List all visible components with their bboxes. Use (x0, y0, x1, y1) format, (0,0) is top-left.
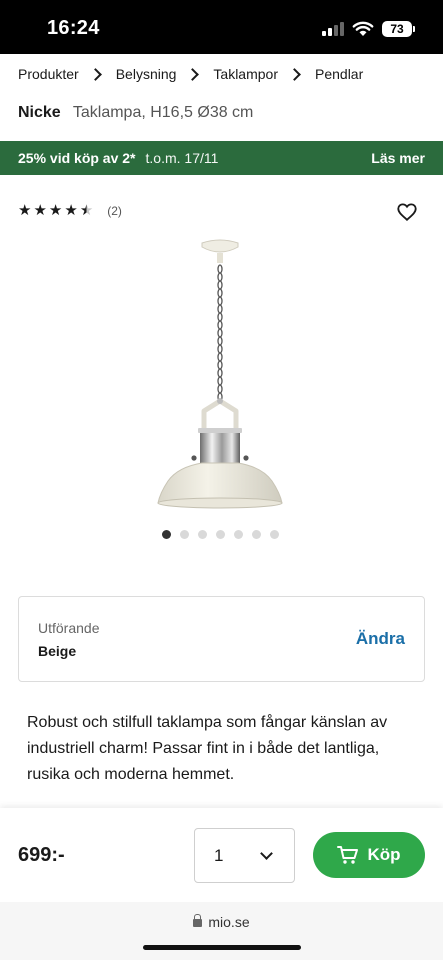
product-model: Taklampa, H16,5 Ø38 cm (72, 104, 254, 121)
breadcrumb-produkter[interactable]: Produkter (18, 66, 79, 82)
product-title: Nicke Taklampa, H16,5 Ø38 cm (18, 104, 253, 122)
product-image[interactable] (120, 235, 320, 520)
gallery-dot[interactable] (162, 530, 171, 539)
star-icon: ★ (18, 202, 32, 219)
breadcrumb-taklampor[interactable]: Taklampor (213, 66, 278, 82)
gallery-pagination (162, 530, 288, 539)
heart-icon[interactable] (396, 201, 418, 223)
star-icon: ★ (33, 202, 47, 219)
promo-date: t.o.m. 17/11 (145, 150, 219, 166)
chevron-right-icon (186, 67, 200, 81)
battery-icon: 73 (382, 21, 412, 37)
promo-banner[interactable]: 25% vid köp av 2* t.o.m. 17/11 Läs mer (0, 141, 443, 175)
variant-label: Utförande (38, 620, 100, 636)
gallery-dot[interactable] (198, 530, 207, 539)
buy-button[interactable]: Köp (313, 832, 425, 878)
lock-icon (193, 914, 203, 927)
change-variant-button[interactable]: Ändra (356, 629, 405, 649)
battery-nub (413, 26, 415, 32)
variant-selector[interactable]: Utförande Beige Ändra (18, 596, 425, 682)
quantity-value: 1 (214, 846, 224, 865)
chevron-right-icon (288, 67, 301, 81)
signal-icon (322, 22, 344, 36)
buy-button-label: Köp (367, 845, 401, 864)
url-display[interactable]: mio.se (0, 914, 443, 930)
chevron-down-icon (260, 847, 273, 860)
url-text: mio.se (208, 914, 250, 930)
buy-bar: 699:- 1 Köp (0, 808, 443, 902)
cart-icon (337, 846, 359, 864)
promo-read-more-link[interactable]: Läs mer (371, 150, 425, 166)
gallery-dot[interactable] (252, 530, 261, 539)
quantity-select[interactable]: 1 (194, 828, 295, 883)
promo-text: 25% vid köp av 2* (18, 150, 136, 166)
star-icon: ★ (48, 202, 63, 219)
status-time: 16:24 (47, 17, 100, 39)
rating-count: (2) (107, 204, 122, 218)
product-description: Robust och stilfull taklampa som fångar … (27, 714, 388, 783)
breadcrumb-belysning[interactable]: Belysning (116, 66, 177, 82)
gallery-dot[interactable] (234, 530, 243, 539)
rating[interactable]: ★ ★ ★ ★ ★ (2) (18, 203, 122, 219)
home-indicator[interactable] (143, 945, 301, 950)
gallery-dot[interactable] (270, 530, 279, 539)
half-star-icon: ★ (79, 202, 94, 219)
price: 699:- (18, 844, 65, 866)
wifi-icon (352, 21, 374, 36)
variant-value: Beige (38, 643, 77, 659)
chevron-right-icon (88, 67, 102, 81)
gallery-dot[interactable] (180, 530, 189, 539)
breadcrumb: Produkter Belysning Taklampor Pendlar (18, 63, 363, 85)
breadcrumb-pendlar[interactable]: Pendlar (315, 66, 363, 82)
browser-bar: mio.se (0, 902, 443, 960)
status-bar: 16:24 73 (0, 0, 443, 54)
product-brand[interactable]: Nicke (18, 104, 61, 121)
gallery-dot[interactable] (216, 530, 225, 539)
star-icon: ★ (64, 202, 78, 219)
